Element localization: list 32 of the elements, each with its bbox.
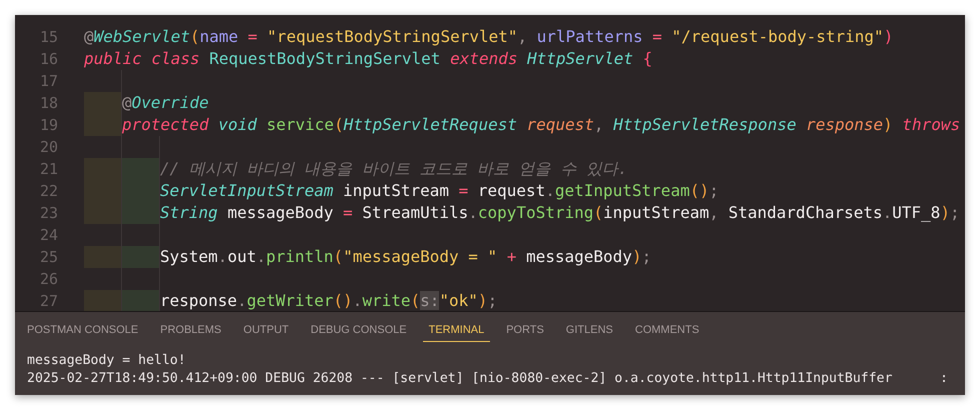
panel-tab[interactable]: COMMENTS [629,320,706,342]
line-number: 16 [38,49,59,70]
line-number: 17 [38,71,59,92]
line-number: 18 [38,93,59,114]
line-number: 25 [38,247,59,268]
panel-tab[interactable]: TERMINAL [422,320,490,342]
terminal-line: 2025-02-27T18:49:50.412+09:00 DEBUG 26208 --- [servlet] [nio-8080-exec-2] o.a.coyote.http11.Http11InputBuffer : [27,370,949,388]
code-comment: // 메시지 바디의 내용을 바이트 코드로 바로 얻을 수 있다. [160,158,628,180]
line-number: 20 [38,137,59,158]
code-line: protected void service(HttpServletRequest request, HttpServletResponse response) throws [122,114,960,136]
code-line: String messageBody = StreamUtils.copyToString(inputStream, StandardCharsets.UTF_8); [160,202,960,224]
code-line: @Override [122,92,209,114]
panel-tab[interactable]: OUTPUT [237,320,295,342]
code-line: public class RequestBodyStringServlet extends HttpServlet { [84,48,652,70]
line-number: 23 [38,203,59,224]
line-number: 24 [38,225,59,246]
line-number: 22 [38,181,59,202]
line-number: 19 [38,115,59,136]
line-number: 21 [38,159,59,180]
line-number: 15 [38,27,59,48]
code-line: System.out.println("messageBody = " + messageBody); [160,246,652,268]
line-number: 26 [38,269,59,290]
panel-tab[interactable]: PROBLEMS [154,320,228,342]
terminal-line: messageBody = hello! [27,352,187,370]
panel-tab[interactable]: PORTS [500,320,550,342]
panel-tab[interactable]: POSTMAN CONSOLE [21,320,144,342]
code-line: @WebServlet(name = "requestBodyStringServlet", urlPatterns = "/request-body-string") [84,26,894,48]
panel-tab[interactable]: DEBUG CONSOLE [304,320,413,342]
code-line: ServletInputStream inputStream = request.getInputStream(); [160,180,719,202]
line-number: 27 [38,291,59,311]
panel-tab[interactable]: GITLENS [560,320,619,342]
code-line: response.getWriter().write(s:"ok"); [160,290,498,311]
